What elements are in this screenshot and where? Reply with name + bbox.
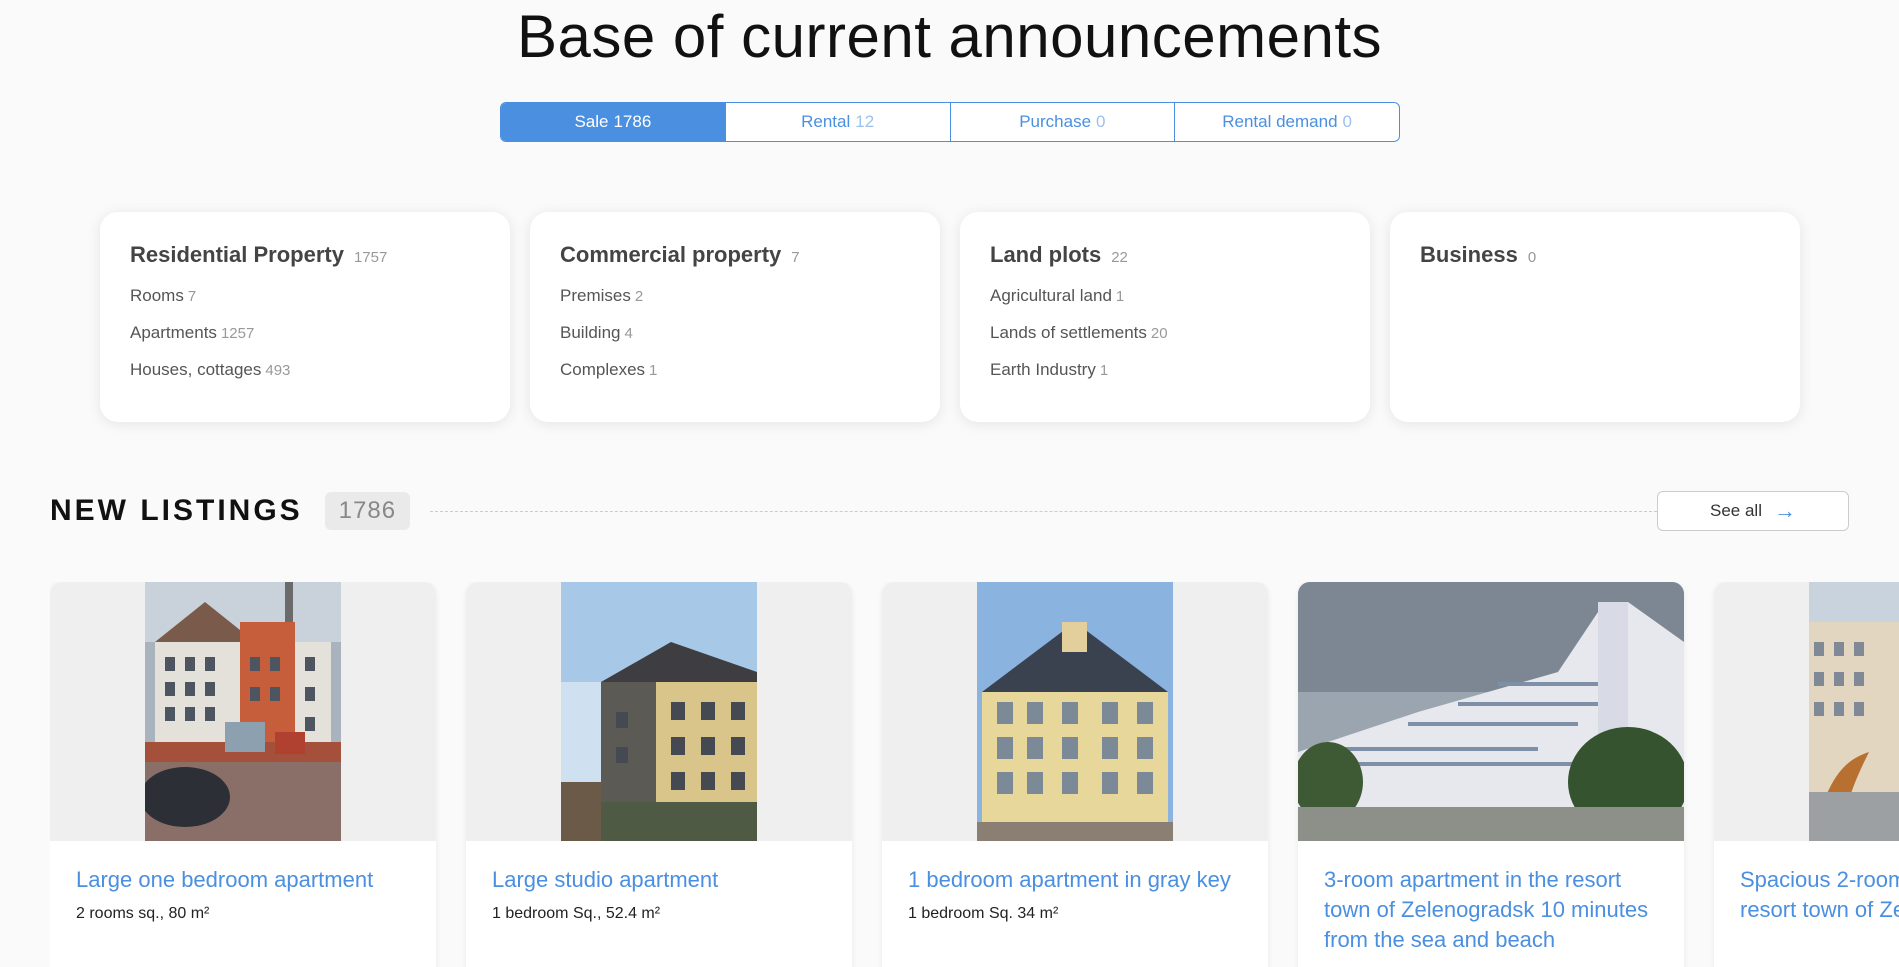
tab-count: 12	[855, 112, 875, 131]
category-link-count: 1	[649, 362, 658, 379]
listing-card[interactable]: 3-room apartment in the resort town of Z…	[1298, 582, 1684, 967]
listing-meta: 2 rooms sq., 80 m²	[76, 905, 210, 922]
tab-label: Sale	[574, 112, 609, 131]
category-link-premises[interactable]: Premises 2	[560, 286, 910, 306]
listing-type-tabs: Sale 1786 Rental 12 Purchase 0 Rental de…	[500, 102, 1400, 142]
category-link-label: Apartments	[130, 323, 217, 342]
tab-purchase[interactable]: Purchase 0	[951, 103, 1176, 141]
see-all-label: See all	[1710, 501, 1762, 520]
tab-count: 1786	[613, 112, 652, 131]
listing-card[interactable]: Spacious 2-room apartment in the resort …	[1714, 582, 1899, 967]
page-title: Base of current announcements	[516, 3, 1383, 70]
category-card-business: Business 0	[1390, 212, 1800, 422]
category-cards: Residential Property 1757 Rooms 7 Apartme…	[100, 212, 1800, 422]
tab-count: 0	[1342, 112, 1353, 131]
listing-title[interactable]: Large one bedroom apartment	[76, 865, 410, 895]
category-link-count: 1257	[220, 325, 255, 342]
category-link-count: 7	[187, 288, 197, 305]
category-count: 22	[1111, 249, 1128, 266]
category-header[interactable]: Commercial property 7	[560, 242, 910, 268]
listing-card[interactable]: Large one bedroom apartment 2 rooms sq.,…	[50, 582, 436, 967]
section-title: NEW LISTINGS	[50, 494, 303, 527]
category-link-count: 2	[634, 288, 644, 305]
category-link-building[interactable]: Building 4	[560, 323, 910, 343]
category-title: Business	[1420, 242, 1518, 267]
arrow-right-icon: →	[1773, 498, 1796, 523]
category-title: Land plots	[990, 242, 1102, 267]
tab-label: Rental demand	[1222, 112, 1338, 131]
listing-photo	[50, 582, 436, 841]
listing-cards: Large one bedroom apartment 2 rooms sq.,…	[50, 582, 1899, 967]
category-link-label: Building	[560, 323, 621, 342]
category-link-count: 493	[265, 362, 291, 379]
category-link-settlements[interactable]: Lands of settlements 20	[990, 323, 1340, 343]
tab-rental-demand[interactable]: Rental demand 0	[1175, 103, 1399, 141]
category-header[interactable]: Residential Property 1757	[130, 242, 480, 268]
category-link-houses[interactable]: Houses, cottages 493	[130, 360, 480, 380]
category-count: 7	[791, 249, 800, 266]
category-link-label: Rooms	[130, 286, 184, 305]
category-count: 0	[1527, 249, 1537, 266]
tab-label: Rental	[801, 112, 851, 131]
listing-title[interactable]: Spacious 2-room apartment in the resort …	[1740, 865, 1899, 925]
divider	[430, 510, 1657, 512]
category-link-label: Lands of settlements	[990, 323, 1147, 342]
listing-photo	[1298, 582, 1684, 841]
tab-sale[interactable]: Sale 1786	[501, 103, 726, 141]
category-link-label: Agricultural land	[990, 286, 1112, 305]
listing-photo	[882, 582, 1268, 841]
category-link-label: Premises	[560, 286, 631, 305]
category-card-residential: Residential Property 1757 Rooms 7 Apartme…	[100, 212, 510, 422]
listing-title[interactable]: 3-room apartment in the resort town of Z…	[1324, 865, 1658, 955]
new-listings-header: NEW LISTINGS 1786 See all →	[50, 490, 1849, 532]
category-title: Residential Property	[130, 242, 344, 267]
listing-photo	[466, 582, 852, 841]
listing-meta: 1 bedroom Sq. 34 m²	[908, 905, 1059, 922]
tab-label: Purchase	[1019, 112, 1092, 131]
listing-photo	[1714, 582, 1899, 841]
listing-card[interactable]: Large studio apartment 1 bedroom Sq., 52…	[466, 582, 852, 967]
listing-meta: 1 bedroom Sq., 52.4 m²	[492, 905, 661, 922]
category-link-apartments[interactable]: Apartments 1257	[130, 323, 480, 343]
category-card-land: Land plots 22 Agricultural land 1 Lands o…	[960, 212, 1370, 422]
tab-rental[interactable]: Rental 12	[726, 103, 951, 141]
category-header[interactable]: Business 0	[1420, 242, 1770, 268]
category-count: 1757	[353, 249, 388, 266]
category-link-agricultural[interactable]: Agricultural land 1	[990, 286, 1340, 306]
listing-title[interactable]: 1 bedroom apartment in gray key	[908, 865, 1242, 895]
category-link-count: 1	[1115, 288, 1125, 305]
category-link-rooms[interactable]: Rooms 7	[130, 286, 480, 306]
listing-title[interactable]: Large studio apartment	[492, 865, 826, 895]
listings-count-badge: 1786	[324, 492, 411, 530]
category-title: Commercial property	[560, 242, 782, 267]
category-link-count: 4	[624, 325, 633, 342]
listing-card[interactable]: 1 bedroom apartment in gray key 1 bedroo…	[882, 582, 1268, 967]
see-all-button[interactable]: See all →	[1657, 491, 1849, 531]
category-link-complexes[interactable]: Complexes 1	[560, 360, 910, 380]
category-link-industry[interactable]: Earth Industry 1	[990, 360, 1340, 380]
category-card-commercial: Commercial property 7 Premises 2 Building…	[530, 212, 940, 422]
category-link-label: Earth Industry	[990, 360, 1096, 379]
category-link-count: 20	[1150, 325, 1168, 342]
tab-count: 0	[1096, 112, 1106, 131]
category-header[interactable]: Land plots 22	[990, 242, 1340, 268]
category-link-count: 1	[1099, 362, 1109, 379]
category-link-label: Houses, cottages	[130, 360, 262, 379]
category-link-label: Complexes	[560, 360, 646, 379]
